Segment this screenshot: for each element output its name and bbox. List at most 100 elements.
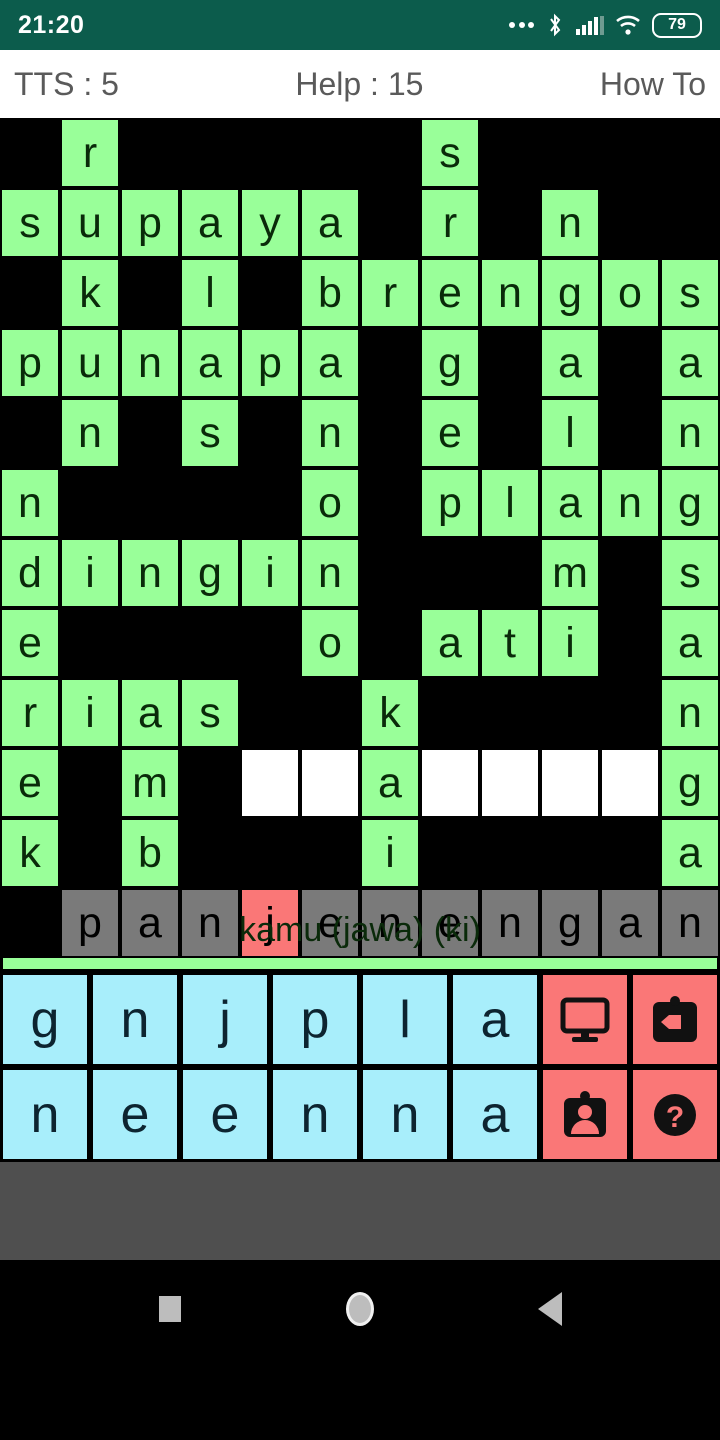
grid-cell[interactable]: l [480,468,540,538]
key-p[interactable]: p [270,972,360,1067]
monitor-icon[interactable] [540,972,630,1067]
grid-cell[interactable]: a [660,608,720,678]
key-e-2[interactable]: e [180,1067,270,1162]
grid-cell[interactable]: a [540,468,600,538]
grid-cell[interactable]: s [660,538,720,608]
grid-cell[interactable]: r [0,678,60,748]
grid-cell[interactable]: r [60,118,120,188]
grid-cell[interactable] [600,748,660,818]
grid-cell[interactable]: g [540,258,600,328]
grid-cell[interactable]: k [360,678,420,748]
grid-cell[interactable]: n [300,538,360,608]
grid-cell[interactable]: n [120,538,180,608]
person-badge-icon[interactable] [540,1067,630,1162]
grid-cell[interactable]: s [0,188,60,258]
grid-cell[interactable]: n [480,258,540,328]
grid-cell[interactable]: i [360,818,420,888]
grid-cell[interactable]: n [60,398,120,468]
grid-cell[interactable]: a [180,188,240,258]
grid-cell[interactable]: r [420,188,480,258]
grid-cell[interactable]: n [300,398,360,468]
letter-keyboard[interactable]: g n j p l a n e e n n a? [0,972,720,1162]
key-n-4[interactable]: n [360,1067,450,1162]
key-a-2[interactable]: a [450,1067,540,1162]
key-n-1[interactable]: n [90,972,180,1067]
grid-cell[interactable]: a [360,748,420,818]
grid-cell[interactable]: o [600,258,660,328]
question-mark-icon[interactable]: ? [630,1067,720,1162]
grid-cell[interactable]: y [240,188,300,258]
grid-cell[interactable]: a [420,608,480,678]
grid-cell[interactable]: e [420,258,480,328]
grid-cell[interactable] [540,748,600,818]
grid-cell[interactable]: s [660,258,720,328]
grid-cell[interactable] [300,748,360,818]
key-l[interactable]: l [360,972,450,1067]
grid-cell[interactable] [480,748,540,818]
grid-cell[interactable]: i [60,678,120,748]
grid-cell[interactable]: e [420,398,480,468]
grid-cell[interactable]: n [0,468,60,538]
grid-cell[interactable] [240,748,300,818]
grid-cell[interactable]: p [60,888,120,958]
grid-cell[interactable]: i [540,608,600,678]
grid-cell[interactable]: n [660,398,720,468]
key-a-1[interactable]: a [450,972,540,1067]
grid-cell[interactable]: a [300,328,360,398]
grid-cell[interactable]: n [660,888,720,958]
grid-cell[interactable]: u [60,188,120,258]
grid-cell[interactable]: n [120,328,180,398]
key-n-3[interactable]: n [270,1067,360,1162]
back-triangle-icon[interactable] [520,1279,580,1339]
grid-cell[interactable]: a [660,818,720,888]
grid-cell[interactable]: b [120,818,180,888]
grid-cell[interactable]: t [480,608,540,678]
grid-cell[interactable]: g [660,468,720,538]
grid-cell[interactable]: g [660,748,720,818]
grid-cell[interactable]: n [600,468,660,538]
grid-cell[interactable]: l [180,258,240,328]
grid-cell[interactable]: p [0,328,60,398]
grid-cell[interactable]: a [120,888,180,958]
key-n-2[interactable]: n [0,1067,90,1162]
grid-cell[interactable]: n [660,678,720,748]
backspace-badge-icon[interactable] [630,972,720,1067]
key-e-1[interactable]: e [90,1067,180,1162]
grid-cell[interactable]: a [540,328,600,398]
grid-cell[interactable]: e [0,748,60,818]
grid-cell[interactable]: g [420,328,480,398]
grid-cell[interactable]: p [240,328,300,398]
grid-cell[interactable]: e [0,608,60,678]
grid-cell[interactable]: a [660,328,720,398]
grid-cell[interactable]: u [60,328,120,398]
grid-cell[interactable]: r [360,258,420,328]
grid-cell[interactable]: l [540,398,600,468]
recents-square-icon[interactable] [140,1279,200,1339]
grid-cell[interactable]: m [120,748,180,818]
grid-cell[interactable]: i [60,538,120,608]
grid-cell[interactable]: g [180,538,240,608]
grid-cell[interactable]: m [540,538,600,608]
crossword-grid[interactable]: rssupayarnklbrengospunapagaansnelnnoplan… [0,118,720,958]
grid-cell[interactable]: p [420,468,480,538]
grid-cell[interactable]: k [60,258,120,328]
grid-cell[interactable]: o [300,608,360,678]
grid-cell[interactable]: a [600,888,660,958]
grid-cell[interactable]: b [300,258,360,328]
grid-cell[interactable]: k [0,818,60,888]
key-j[interactable]: j [180,972,270,1067]
how-to-button[interactable]: How To [600,66,720,103]
grid-cell[interactable]: a [180,328,240,398]
grid-cell[interactable] [420,748,480,818]
grid-cell[interactable]: a [120,678,180,748]
grid-cell[interactable]: n [480,888,540,958]
key-g[interactable]: g [0,972,90,1067]
grid-cell[interactable]: g [540,888,600,958]
grid-cell[interactable]: s [420,118,480,188]
grid-cell[interactable]: s [180,678,240,748]
grid-cell[interactable]: o [300,468,360,538]
grid-cell[interactable]: i [240,538,300,608]
grid-cell[interactable]: n [180,888,240,958]
grid-cell[interactable]: a [300,188,360,258]
grid-cell[interactable]: n [540,188,600,258]
